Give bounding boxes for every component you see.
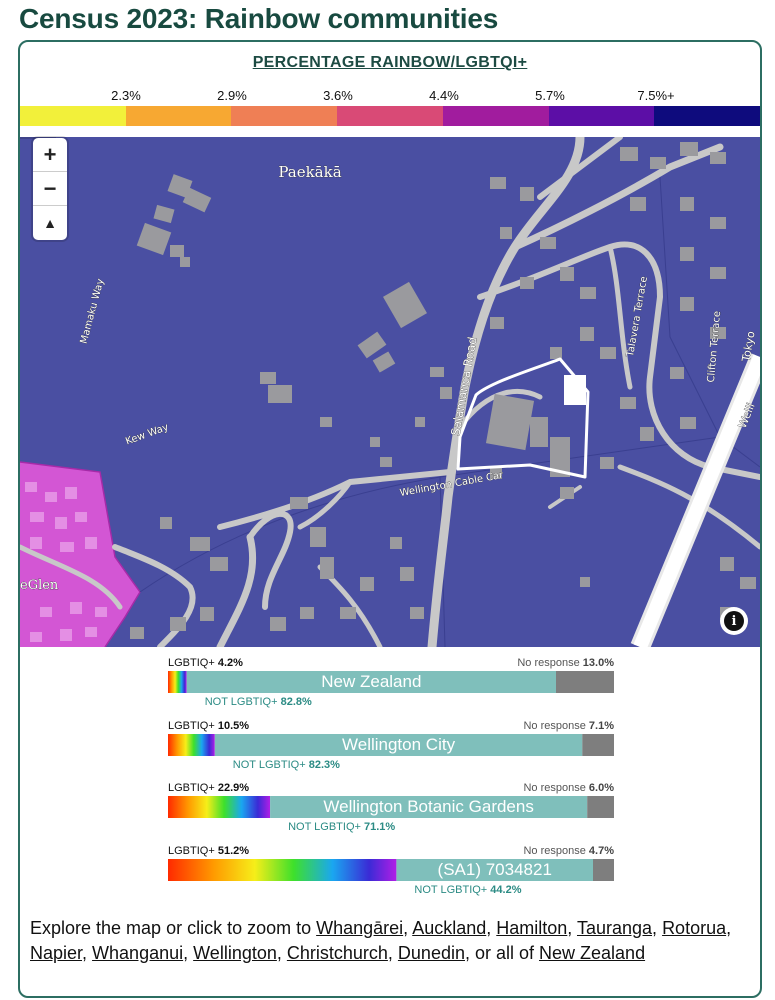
comparison-wellington-city: LGBTIQ+ 10.5% No response 7.1% Wellington … (168, 720, 614, 780)
no-response-value: 6.0% (588, 782, 614, 794)
map-label-kew: Kew Way (124, 422, 170, 448)
not-lgbt-label: NOT LGBTIQ+ 71.1% (288, 821, 396, 833)
not-lgbt-value: 44.2% (490, 884, 522, 896)
area-name: (SA1) 7034821 (437, 860, 552, 879)
zoom-link-new-zealand[interactable]: New Zealand (539, 943, 645, 963)
legend-color-swatch-1 (20, 106, 126, 126)
zoom-link-dunedin[interactable]: Dunedin (398, 943, 465, 963)
zoom-out-button[interactable]: − (33, 172, 67, 206)
explore-outro: , or all of (464, 943, 540, 963)
map-zoom-controls: + − ▲ (33, 138, 67, 240)
no-response-value: 7.1% (588, 720, 614, 732)
zoom-link-whanganui[interactable]: Whanganui (92, 943, 183, 963)
no-response-value: 13.0% (582, 657, 614, 669)
zoom-link-tauranga[interactable]: Tauranga (577, 918, 652, 938)
map-card: PERCENTAGE RAINBOW/LGBTQI+ 2.3% 2.9% 3.6… (18, 40, 762, 998)
not-lgbt-value: 82.8% (280, 696, 312, 708)
lgbt-percentage-label: LGBTIQ+ 22.9% (168, 782, 250, 794)
legend-color-swatch-3 (231, 106, 338, 126)
zoom-link-whangrei[interactable]: Whangārei (316, 918, 403, 938)
legend-title: PERCENTAGE RAINBOW/LGBTQI+ (252, 54, 528, 71)
roads (20, 137, 760, 647)
no-response-segment (556, 671, 614, 693)
legend-color-swatch-4 (337, 106, 443, 126)
legend-color-swatch-7 (654, 106, 760, 126)
explore-text: Explore the map or click to zoom to Whan… (30, 918, 732, 963)
map-info-button[interactable]: i (720, 607, 748, 635)
map-label-mamaku: Mamaku Way (79, 278, 107, 346)
map-view[interactable]: Paekākā Mamaku Way Kew Way Salamanca Roa… (20, 137, 760, 647)
map-label-glen: eGlen (20, 578, 59, 593)
legend-tick-3: 3.6% (323, 88, 353, 103)
area-name: New Zealand (321, 672, 422, 691)
lgbt-segment (168, 859, 397, 881)
zoom-link-hamilton[interactable]: Hamilton (496, 918, 567, 938)
map-label-talavera: Talavera Terrace (625, 276, 650, 359)
no-response-label: No response 13.0% (517, 657, 614, 669)
no-response-label: No response 4.7% (523, 845, 614, 857)
legend-tick-2: 2.9% (217, 88, 247, 103)
lgbt-percentage-label: LGBTIQ+ 4.2% (168, 657, 243, 669)
legend-color-swatch-2 (125, 106, 232, 126)
map-label-clifton: Clifton Terrace (706, 311, 723, 384)
lgbt-segment (168, 796, 271, 818)
compass-reset-button[interactable]: ▲ (33, 206, 67, 240)
not-lgbt-label: NOT LGBTIQ+ 44.2% (414, 884, 522, 896)
not-lgbt-value: 82.3% (308, 759, 340, 771)
map-canvas[interactable]: Paekākā Mamaku Way Kew Way Salamanca Roa… (20, 137, 760, 647)
zoom-link-christchurch[interactable]: Christchurch (287, 943, 388, 963)
map-label-suburb: Paekākā (278, 163, 341, 181)
map-label-salamanca: Salamanca Road (448, 336, 479, 437)
no-response-label: No response 6.0% (523, 782, 614, 794)
comparison-new-zealand: LGBTIQ+ 4.2% No response 13.0% New Zealand… (168, 657, 614, 717)
no-response-segment (582, 734, 614, 756)
no-response-segment (593, 859, 614, 881)
lgbt-percentage-value: 22.9% (217, 782, 250, 794)
no-response-segment (587, 796, 614, 818)
page-title: Census 2023: Rainbow communities (19, 3, 499, 34)
explore-intro: Explore the map or click to zoom to (30, 918, 317, 938)
zoom-link-rotorua[interactable]: Rotorua (662, 918, 726, 938)
lgbt-percentage-value: 4.2% (217, 657, 243, 669)
legend-color-swatch-5 (442, 106, 549, 126)
zoom-link-auckland[interactable]: Auckland (412, 918, 486, 938)
legend-tick-4: 4.4% (429, 88, 459, 103)
lgbt-percentage-label: LGBTIQ+ 10.5% (168, 720, 250, 732)
legend-tick-1: 2.3% (111, 88, 141, 103)
area-name: Wellington City (342, 735, 456, 754)
comparison-botanic-gardens: LGBTIQ+ 22.9% No response 6.0% Wellington … (168, 782, 614, 842)
lgbt-percentage-value: 51.2% (217, 845, 250, 857)
not-lgbt-label: NOT LGBTIQ+ 82.8% (204, 696, 312, 708)
lgbt-segment (168, 734, 215, 756)
lgbt-percentage-label: LGBTIQ+ 51.2% (168, 845, 250, 857)
area-name: Wellington Botanic Gardens (323, 797, 534, 816)
zoom-link-napier[interactable]: Napier (30, 943, 82, 963)
zoom-in-button[interactable]: + (33, 138, 67, 172)
legend-tick-5: 5.7% (535, 88, 565, 103)
legend-color-scale (20, 106, 760, 126)
info-icon: i (724, 611, 744, 631)
legend-color-swatch-6 (548, 106, 655, 126)
no-response-value: 4.7% (588, 845, 614, 857)
lgbt-percentage-value: 10.5% (217, 720, 250, 732)
lgbt-segment (168, 671, 187, 693)
not-lgbt-label: NOT LGBTIQ+ 82.3% (232, 759, 340, 771)
zoom-link-wellington[interactable]: Wellington (193, 943, 277, 963)
no-response-label: No response 7.1% (523, 720, 614, 732)
not-lgbt-value: 71.1% (364, 821, 396, 833)
legend-tick-6: 7.5%+ (637, 88, 675, 103)
legend-ticks: 2.3% 2.9% 3.6% 4.4% 5.7% 7.5%+ (20, 88, 760, 106)
comparison-sa1-area: LGBTIQ+ 51.2% No response 4.7% (SA1) 70348… (168, 845, 614, 905)
selected-area-building (564, 375, 586, 405)
